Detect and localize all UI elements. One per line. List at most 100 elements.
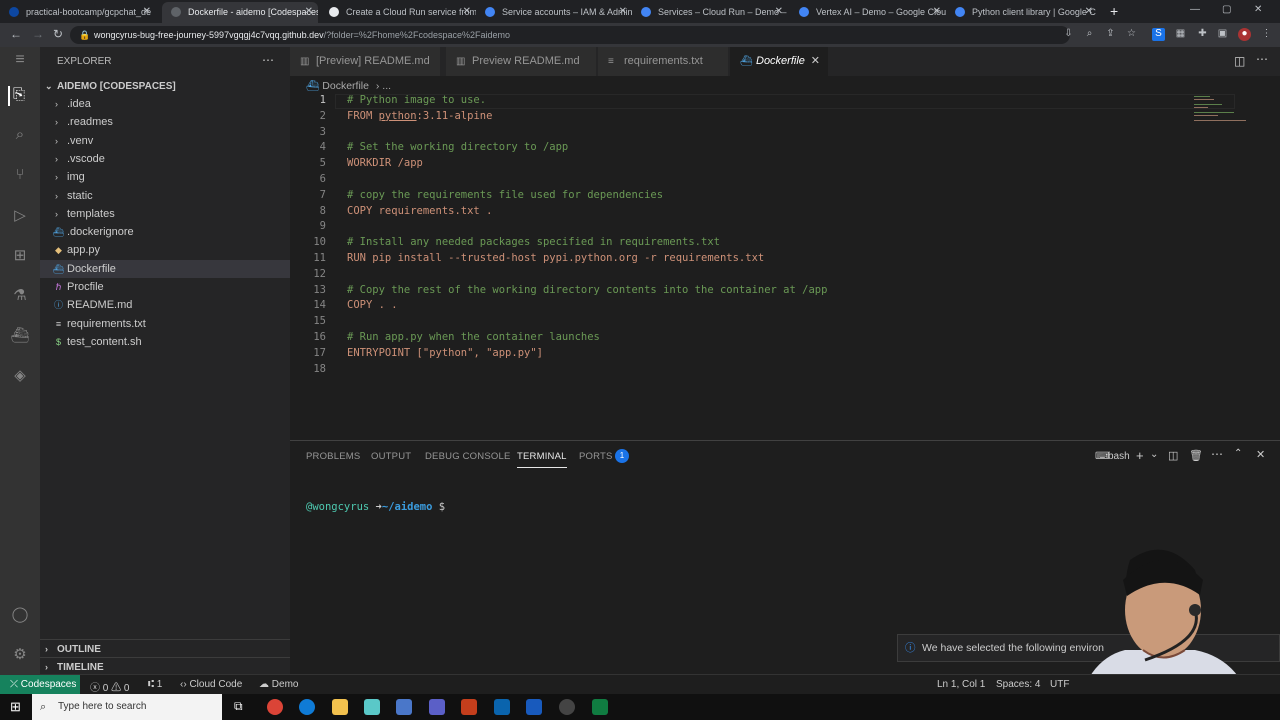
file-item[interactable]: ℏ Procfile [40,278,290,296]
forward-icon[interactable]: → [32,27,44,41]
reload-icon[interactable]: ↻ [53,27,63,41]
timeline-section[interactable]: › TIMELINE [40,657,290,675]
file-item[interactable]: ◆ app.py [40,241,290,259]
chevron-down-icon[interactable]: ⌄ [1150,449,1158,460]
testing-icon[interactable]: ⚗ [10,286,30,306]
browser-tab[interactable]: Dockerfile - aidemo [Codespaces] ✕ [162,2,318,23]
folder-item[interactable]: › static [40,187,290,205]
windows-start-icon[interactable]: ⊞ [10,699,21,715]
side-panel-icon[interactable]: ▣ [1216,28,1229,41]
close-panel-icon[interactable]: ✕ [1256,448,1265,461]
split-terminal-icon[interactable]: ◫ [1168,449,1178,462]
network-app-icon[interactable] [396,699,412,715]
maximize-panel-icon[interactable]: ⌃ [1234,448,1242,459]
browser-tab[interactable]: practical-bootcamp/gcpchat_de ✕ [0,2,156,23]
accounts-icon[interactable]: ◯ [10,605,30,625]
workspace-root[interactable]: ⌄ AIDEMO [CODESPACES] [40,77,290,95]
back-icon[interactable]: ← [10,27,22,41]
breadcrumb-symbol[interactable]: ... [382,80,391,92]
code-line[interactable]: # Install any needed packages specified … [347,236,720,248]
close-icon[interactable]: ✕ [619,6,627,17]
tab-dockerfile[interactable]: ⛴ Dockerfile ✕ [730,47,828,76]
install-app-icon[interactable]: ⇩ [1062,28,1075,41]
maximize-icon[interactable]: ▢ [1222,4,1231,15]
docker-icon[interactable]: ⛴ [10,326,30,346]
new-tab-icon[interactable]: + [1110,3,1118,19]
trash-icon[interactable]: 🗑 [1189,449,1203,462]
folder-item[interactable]: › .venv [40,132,290,150]
code-line[interactable]: # Run app.py when the container launches [347,331,600,343]
terminal-shell-name[interactable]: bash [1108,451,1130,462]
close-icon[interactable]: ✕ [775,6,783,17]
minimap[interactable] [1190,94,1270,124]
encoding[interactable]: UTF [1050,679,1069,690]
file-item[interactable]: ⛴ Dockerfile [40,259,290,278]
indentation[interactable]: Spaces: 4 [996,679,1040,690]
run-debug-icon[interactable]: ▷ [10,206,30,226]
browser-tab[interactable]: Vertex AI – Demo – Google Clou ✕ [790,2,946,23]
app-icon[interactable] [364,699,380,715]
taskbar-search[interactable]: ⌕ Type here to search [32,694,222,720]
terminal-prompt[interactable]: @wongcyrus ➜~/aidemo $ [306,501,445,513]
code-line[interactable]: COPY requirements.txt . [347,205,492,217]
file-item[interactable]: ⛴ .dockerignore [40,223,290,241]
browser-menu-icon[interactable]: ⋮ [1260,28,1273,41]
close-icon[interactable]: ✕ [1085,6,1093,17]
demo-status[interactable]: ☁ Demo [259,679,298,690]
edge-icon[interactable] [299,699,315,715]
minimize-icon[interactable]: — [1190,4,1200,15]
tab-requirements[interactable]: ≡ requirements.txt [598,47,728,76]
tab-problems[interactable]: PROBLEMS [306,451,360,462]
close-icon[interactable]: ✕ [933,6,941,17]
browser-tab[interactable]: Python client library | Google C ✕ [946,2,1098,23]
teams-icon[interactable] [429,699,445,715]
browser-tab[interactable]: Service accounts – IAM & Admin ✕ [476,2,632,23]
tab-ports[interactable]: PORTS [579,451,613,462]
extension-s-icon[interactable]: S [1152,28,1165,41]
source-control-icon[interactable]: ⑂ [10,166,30,186]
menu-icon[interactable]: ≡ [10,51,30,71]
outline-section[interactable]: › OUTLINE [40,639,290,657]
excel-icon[interactable] [592,699,608,715]
code-editor[interactable]: 1 # Python image to use. 2 FROM python:3.11… [290,94,1280,440]
cursor-position[interactable]: Ln 1, Col 1 [937,679,985,690]
browser-tab[interactable]: Create a Cloud Run service from ✕ [320,2,476,23]
settings-gear-icon[interactable]: ⚙ [10,645,30,665]
word-icon[interactable] [526,699,542,715]
code-line[interactable]: WORKDIR /app [347,157,423,169]
browser-tab[interactable]: Services – Cloud Run – Demo – ✕ [632,2,788,23]
chrome-icon[interactable] [267,699,283,715]
panel-more-icon[interactable]: ⋯ [1211,447,1223,461]
folder-item[interactable]: › .idea [40,95,290,113]
zoom-icon[interactable]: ⌕ [1083,28,1096,41]
code-line[interactable]: # Copy the rest of the working directory… [347,284,827,296]
task-view-icon[interactable]: ⧉ [234,699,243,714]
file-item[interactable]: ≡ requirements.txt [40,315,290,333]
obs-icon[interactable] [559,699,575,715]
tab-preview-readme-bracket[interactable]: ▥ [Preview] README.md [290,47,440,76]
window-close-icon[interactable]: ✕ [1254,4,1262,15]
problems-status[interactable]: ⓧ 0 ⚠ 0 [90,679,129,694]
outlook-icon[interactable] [494,699,510,715]
folder-item[interactable]: › .vscode [40,150,290,168]
folder-item[interactable]: › templates [40,205,290,223]
close-icon[interactable]: ✕ [463,6,471,17]
file-item[interactable]: $ test_content.sh [40,333,290,351]
folder-item[interactable]: › img [40,168,290,186]
new-terminal-icon[interactable]: + [1136,448,1144,463]
split-editor-icon[interactable]: ◫ [1234,54,1245,68]
address-bar[interactable]: 🔒 wongcyrus-bug-free-journey-5997vgqgj4c… [70,26,1070,44]
ports-status[interactable]: ⑆ 1 [148,679,162,690]
tab-preview-readme[interactable]: ▥ Preview README.md [446,47,596,76]
extensions-puzzle-icon[interactable]: ✚ [1196,28,1209,41]
more-actions-icon[interactable]: ⋯ [262,53,274,67]
remote-indicator[interactable]: ⤫ Codespaces [0,675,80,695]
profile-avatar[interactable]: ● [1238,28,1251,41]
code-line[interactable]: RUN pip install --trusted-host pypi.pyth… [347,252,764,264]
tab-output[interactable]: OUTPUT [371,451,411,462]
folder-item[interactable]: › .readmes [40,113,290,131]
tab-debug-console[interactable]: DEBUG CONSOLE [425,451,510,462]
code-line[interactable]: ENTRYPOINT ["python", "app.py"] [347,347,543,359]
editor-more-icon[interactable]: ⋯ [1256,52,1268,66]
explorer-icon[interactable]: ⎘ [8,86,28,106]
